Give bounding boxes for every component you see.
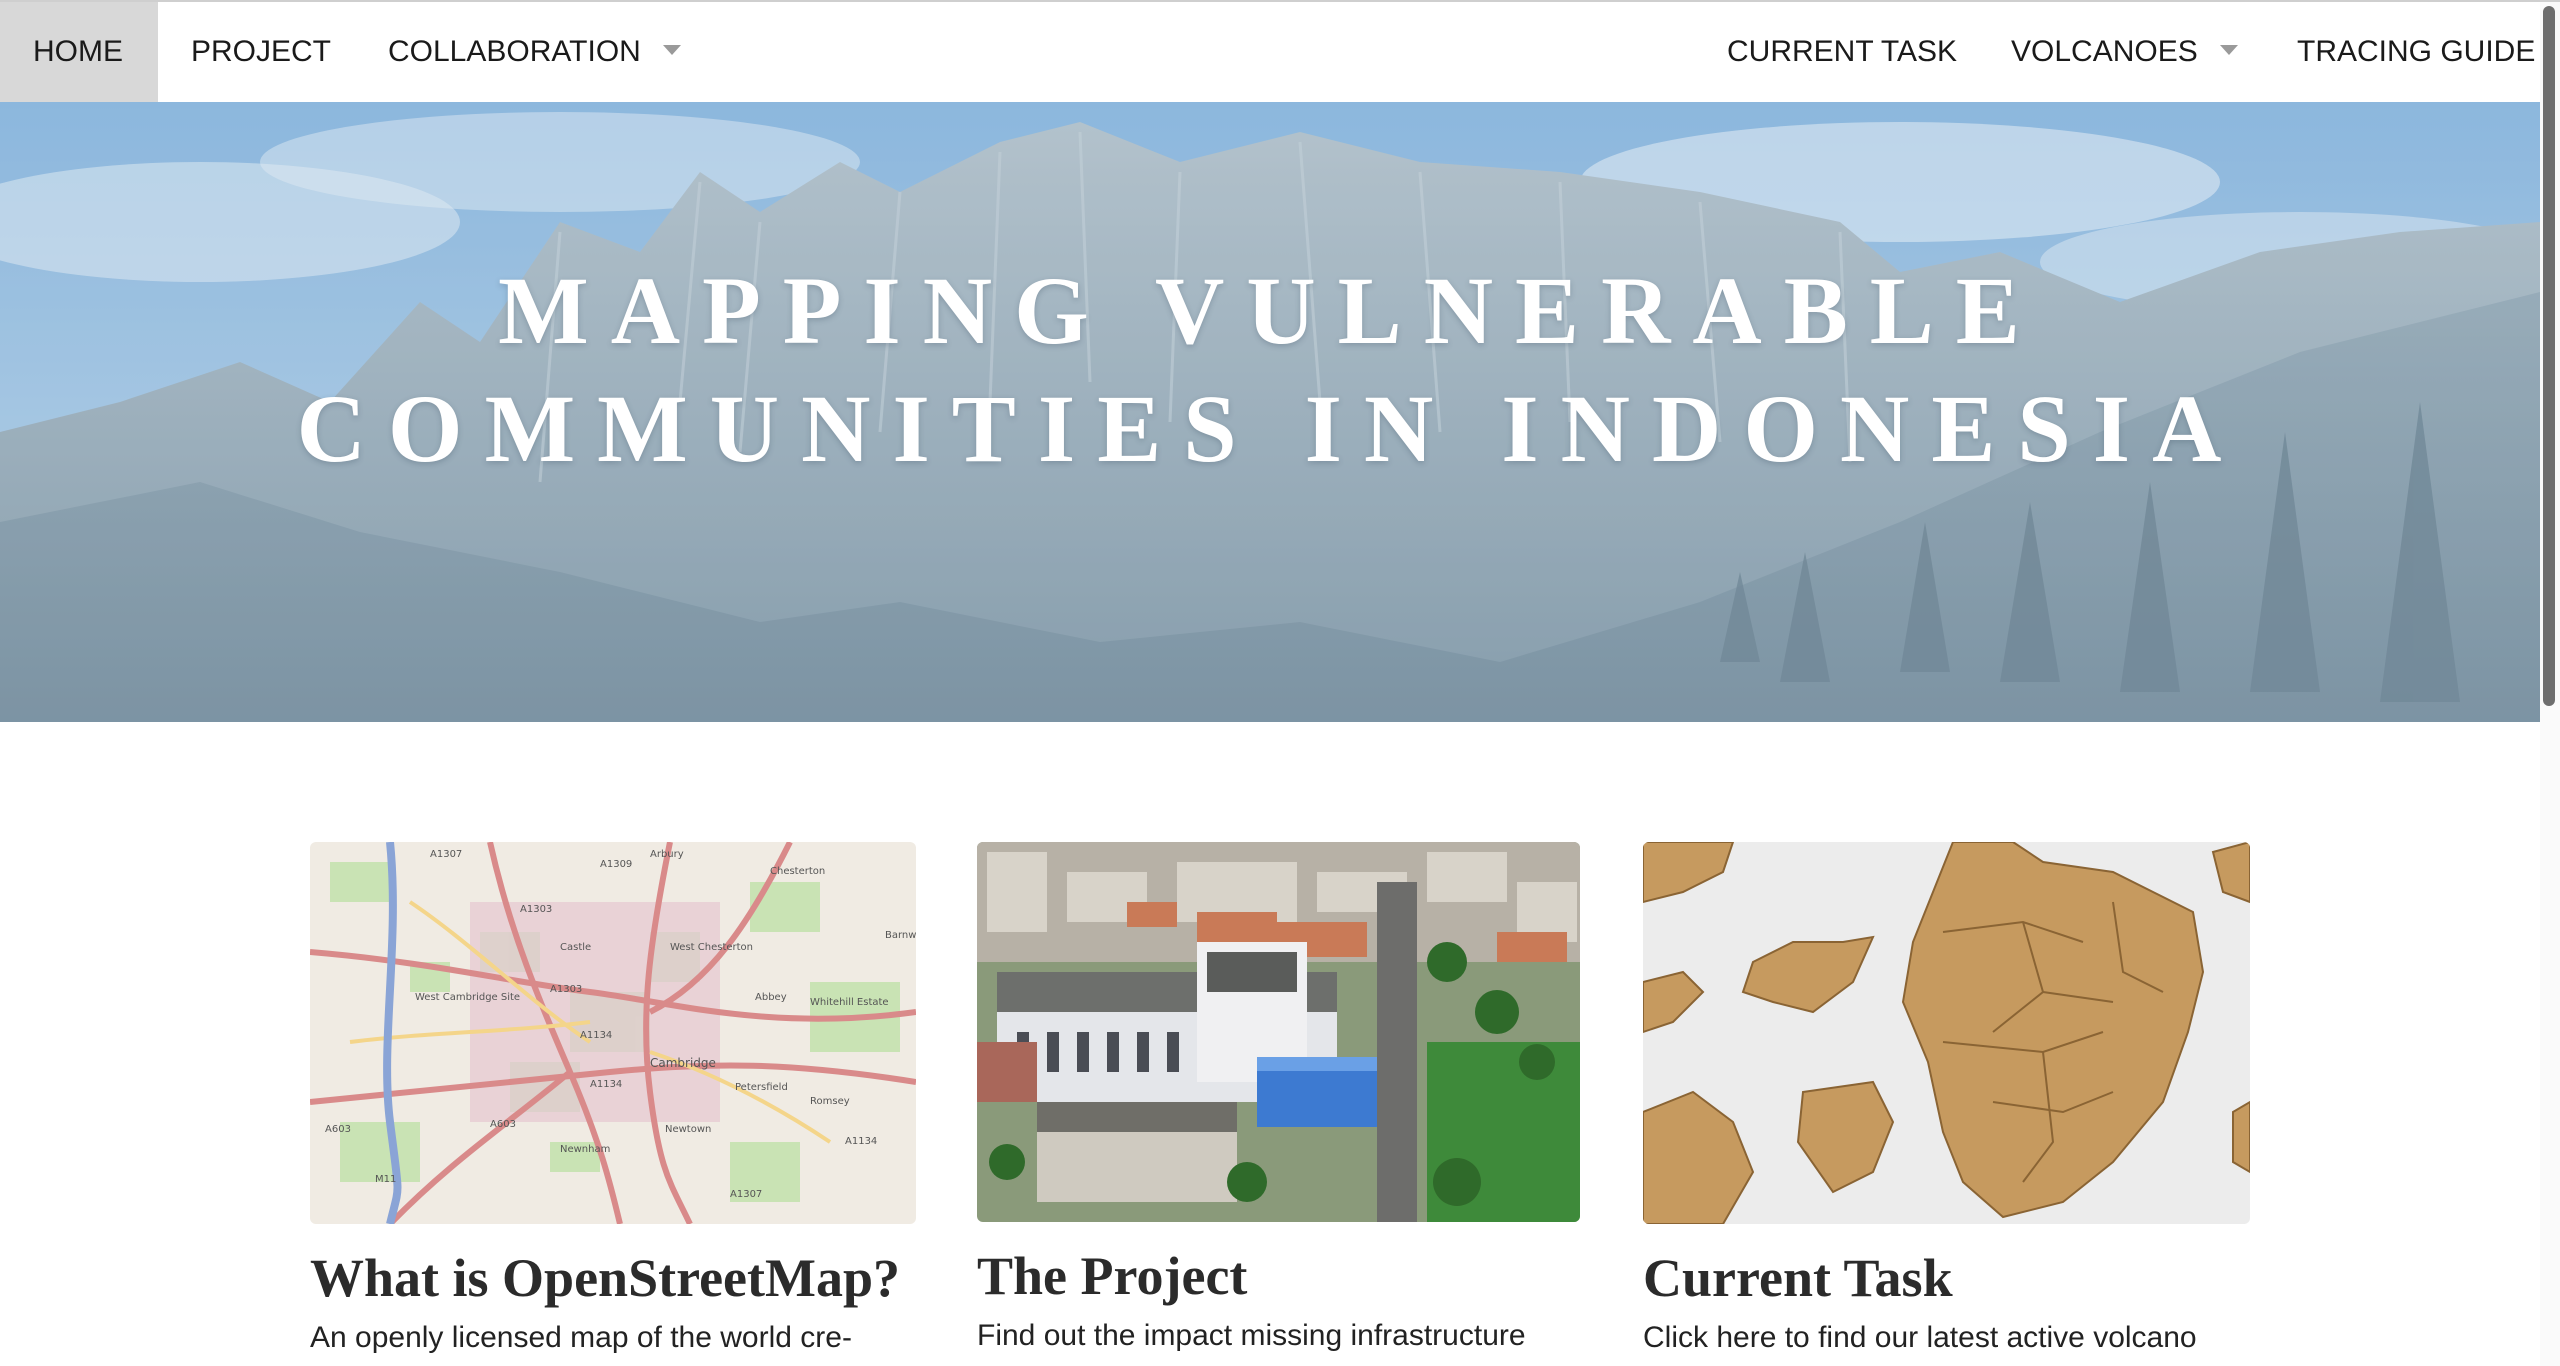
project-aerial-image[interactable] (977, 842, 1580, 1222)
map-label: Romsey (810, 1096, 850, 1107)
top-navigation: HOME PROJECT COLLABORATION CURRENT TASK … (0, 0, 2560, 102)
map-label: Newnham (560, 1144, 610, 1155)
chevron-down-icon (2219, 45, 2238, 56)
nav-volcanoes[interactable]: VOLCANOES (1978, 2, 2271, 102)
map-label: A603 (325, 1124, 351, 1135)
chevron-down-icon (662, 45, 681, 56)
wooden-africa-puzzle-photo (1643, 842, 2250, 1224)
card-title[interactable]: The Project (977, 1244, 1580, 1308)
nav-home[interactable]: HOME (0, 2, 158, 102)
map-label: Arbury (650, 849, 684, 860)
map-label: A1307 (730, 1189, 762, 1200)
nav-tracing-guide-label: TRACING GUIDE (2297, 35, 2536, 68)
card-description: An openly licensed map of the world cre- (310, 1321, 852, 1354)
card-current-task[interactable]: Current Task Click here to find our late… (1643, 842, 2250, 1358)
map-label: Barnwell (885, 930, 916, 941)
map-label: West Cambridge Site (415, 992, 520, 1003)
map-label: A1134 (845, 1136, 877, 1147)
hero-title-line-1: MAPPING VULNERABLE (498, 257, 2042, 364)
scrollbar-thumb[interactable] (2543, 6, 2555, 706)
nav-current-task-label: CURRENT TASK (1727, 35, 1958, 68)
map-label: A1303 (520, 904, 552, 915)
hero-title: MAPPING VULNERABLE COMMUNITIES IN INDONE… (0, 252, 2540, 488)
card-title[interactable]: Current Task (1643, 1246, 2250, 1310)
map-label: Castle (560, 942, 591, 953)
nav-current-task[interactable]: CURRENT TASK (1694, 2, 1990, 102)
hero-title-line-2: COMMUNITIES IN INDONESIA (296, 375, 2244, 482)
map-label: A1134 (580, 1030, 612, 1041)
card-title[interactable]: What is OpenStreetMap? (310, 1246, 916, 1310)
map-label: Cambridge (650, 1056, 716, 1070)
nav-collaboration[interactable]: COLLABORATION (355, 2, 714, 102)
map-label: Whitehill Estate (810, 997, 889, 1008)
map-label: Chesterton (770, 866, 825, 877)
map-label: A1134 (590, 1079, 622, 1090)
card-openstreetmap[interactable]: A1307 A1309 Arbury Chesterton A1303 Cast… (310, 842, 916, 1358)
nav-project[interactable]: PROJECT (158, 2, 364, 102)
nav-home-label: HOME (33, 35, 123, 68)
map-label: Abbey (755, 992, 787, 1003)
card-description: Click here to find our latest active vol… (1643, 1321, 2197, 1354)
osm-map-image[interactable]: A1307 A1309 Arbury Chesterton A1303 Cast… (310, 842, 916, 1224)
map-label: A603 (490, 1119, 516, 1130)
nav-collaboration-label: COLLABORATION (388, 35, 641, 68)
aerial-city-photo (977, 842, 1580, 1222)
map-label: A1303 (550, 984, 582, 995)
card-description: Find out the impact missing infrastructu… (977, 1319, 1526, 1352)
map-label: Petersfield (735, 1082, 788, 1093)
nav-project-label: PROJECT (191, 35, 332, 68)
nav-volcanoes-label: VOLCANOES (2011, 35, 2198, 68)
hero-banner: MAPPING VULNERABLE COMMUNITIES IN INDONE… (0, 102, 2540, 722)
map-label: A1307 (430, 849, 462, 860)
card-the-project[interactable]: The Project Find out the impact missing … (977, 842, 1580, 1356)
map-label: West Chesterton (670, 942, 753, 953)
map-label: Newtown (665, 1124, 711, 1135)
map-label: M11 (375, 1174, 396, 1185)
current-task-image[interactable] (1643, 842, 2250, 1224)
vertical-scrollbar[interactable] (2540, 2, 2560, 1366)
map-thumbnail: A1307 A1309 Arbury Chesterton A1303 Cast… (310, 842, 916, 1224)
nav-tracing-guide[interactable]: TRACING GUIDE (2264, 2, 2547, 102)
map-label: A1309 (600, 859, 632, 870)
